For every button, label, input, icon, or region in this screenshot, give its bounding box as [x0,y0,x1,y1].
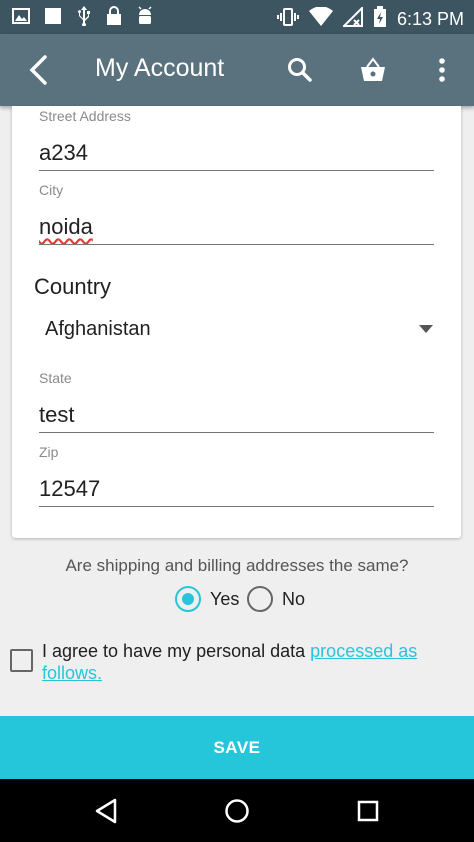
wifi-icon [308,6,333,32]
radio-yes[interactable] [175,586,201,612]
same-address-radio-group: Yes No [0,584,474,614]
zip-label: Zip [39,444,59,460]
consent-text: I agree to have my personal data process… [42,640,452,684]
clock: 6:13 PM [396,9,464,29]
state-label: State [39,370,72,386]
page-title: My Account [95,54,225,82]
street-address-label: Street Address [39,108,131,124]
system-nav-bar [0,779,474,842]
state-field[interactable]: State test [39,370,434,434]
country-select[interactable]: Afghanistan [45,318,151,341]
lock-icon [106,6,122,31]
state-underline [39,432,434,433]
no-signal-icon [341,5,363,32]
search-icon[interactable] [282,52,318,88]
consent-text-label: I agree to have my personal data [42,641,311,661]
city-field[interactable]: City noida [39,182,434,246]
android-icon [136,6,154,31]
address-form-card: Street Address a234 City noida Country A… [12,106,461,538]
square-icon [44,7,62,30]
city-underline [39,244,434,245]
vibrate-icon [276,7,299,32]
zip-underline [39,506,434,507]
save-button[interactable]: SAVE [0,716,474,779]
city-input[interactable]: noida [39,214,93,240]
zip-input[interactable]: 12547 [39,476,100,502]
more-vert-icon[interactable] [424,52,460,88]
city-label: City [39,182,64,198]
radio-no[interactable] [247,586,273,612]
battery-charging-icon [373,6,387,33]
radio-no-label[interactable]: No [282,589,305,610]
zip-field[interactable]: Zip 12547 [39,444,434,508]
shopping-basket-icon[interactable] [355,52,391,88]
chevron-down-icon[interactable] [419,325,433,333]
country-label: Country [34,274,112,299]
street-address-input[interactable]: a234 [39,140,88,166]
back-arrow-icon[interactable] [20,52,56,88]
back-triangle-icon[interactable] [90,795,122,827]
street-address-underline [39,170,434,171]
consent-checkbox[interactable] [10,649,33,672]
home-circle-icon[interactable] [221,795,253,827]
radio-yes-label[interactable]: Yes [210,589,239,610]
recents-square-icon[interactable] [352,795,384,827]
state-input[interactable]: test [39,402,74,428]
image-icon [12,8,30,29]
usb-icon [76,6,92,31]
street-address-field[interactable]: Street Address a234 [39,108,434,172]
app-bar: My Account [0,34,474,106]
status-bar: 6:13 PM [0,0,474,34]
same-address-question: Are shipping and billing addresses the s… [65,556,409,575]
